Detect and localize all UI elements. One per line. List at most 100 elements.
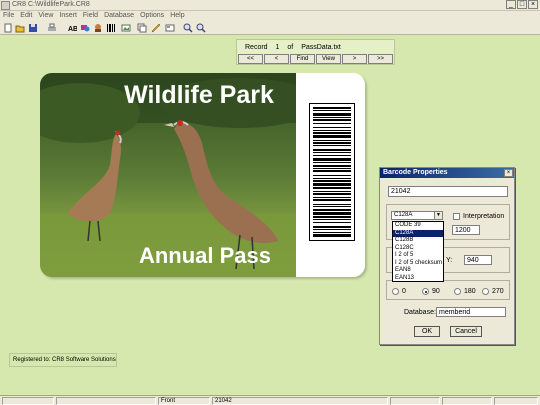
close-button[interactable]: ×: [528, 0, 538, 9]
barcode-bar: [313, 229, 351, 230]
barcode-bar: [313, 170, 351, 172]
barcode-bar: [313, 219, 351, 220]
barcode-bars: [313, 107, 351, 237]
menu-edit[interactable]: Edit: [20, 11, 32, 21]
interpretation-label: Interpretation: [463, 213, 505, 220]
menu-field[interactable]: Field: [83, 11, 98, 21]
photo-tool-icon[interactable]: [93, 23, 103, 33]
app-icon: [1, 1, 10, 10]
type-option-c128a[interactable]: C128A: [393, 229, 443, 237]
barcode-bar: [313, 113, 351, 116]
barcode-bar: [313, 117, 351, 118]
database-field[interactable]: memberid: [436, 307, 506, 317]
window-title: CR8 C:\WildlifePark.CR8: [12, 1, 90, 8]
minimize-button[interactable]: _: [506, 0, 516, 9]
type-option-code39[interactable]: CODE 39: [393, 222, 443, 230]
barcode-bar: [313, 140, 351, 141]
type-option-i2of5[interactable]: I 2 of 5: [393, 252, 443, 260]
dialog-title: Barcode Properties: [380, 168, 514, 178]
cancel-button[interactable]: Cancel: [450, 326, 482, 337]
barcode-bar: [313, 155, 351, 156]
barcode-bar: [313, 216, 351, 218]
zoom-in-icon[interactable]: [183, 23, 193, 33]
barcode-bar: [313, 135, 351, 138]
barcode-bar: [313, 178, 351, 179]
menu-file[interactable]: File: [3, 11, 14, 21]
menu-insert[interactable]: Insert: [59, 11, 77, 21]
card-title[interactable]: Wildlife Park: [104, 81, 294, 110]
title-bar: CR8 C:\WildlifePark.CR8 _ □ ×: [0, 0, 540, 11]
crane-photo[interactable]: Wildlife Park Annual Pass: [40, 73, 296, 277]
menu-view[interactable]: View: [38, 11, 53, 21]
last-record-button[interactable]: >>: [368, 54, 393, 64]
text-tool-icon[interactable]: AB: [67, 23, 77, 33]
barcode-bar: [313, 175, 351, 176]
width-field[interactable]: 1200: [452, 225, 480, 235]
y-field[interactable]: 940: [464, 255, 492, 265]
first-record-button[interactable]: <<: [238, 54, 263, 64]
barcode-bar: [313, 145, 351, 146]
menu-database[interactable]: Database: [104, 11, 134, 21]
rotation-180-radio[interactable]: [454, 288, 461, 295]
barcode-bar: [313, 130, 351, 131]
rotation-0-radio[interactable]: [392, 288, 399, 295]
new-file-icon[interactable]: [3, 23, 13, 33]
pencil-icon[interactable]: [151, 23, 161, 33]
card-subtitle[interactable]: Annual Pass: [120, 243, 290, 269]
layers-icon[interactable]: [137, 23, 147, 33]
record-info: Record 1 of PassData.txt: [245, 44, 347, 51]
rotation-90-label: 90: [432, 288, 440, 295]
menu-help[interactable]: Help: [170, 11, 184, 21]
registration-info: Registered to: CR8 Software Solutions: [9, 353, 117, 367]
barcode-bar: [313, 204, 351, 205]
barcode-value-field[interactable]: 21042: [388, 186, 508, 197]
barcode-tool-icon[interactable]: [106, 23, 116, 33]
rotation-270-label: 270: [492, 288, 504, 295]
record-navigation-panel: Record 1 of PassData.txt << < Find View …: [236, 39, 395, 65]
type-option-c128b[interactable]: C128B: [393, 237, 443, 245]
barcode-bar: [313, 183, 351, 186]
barcode-type-selected: C128A: [394, 212, 413, 218]
barcode-type-select[interactable]: C128A ▼: [391, 211, 443, 220]
shape-tool-icon[interactable]: [80, 23, 90, 33]
save-icon[interactable]: [28, 23, 38, 33]
barcode-bar: [313, 127, 351, 128]
record-label: Record: [245, 44, 268, 51]
rotation-270-radio[interactable]: [482, 288, 489, 295]
find-record-button[interactable]: Find: [290, 54, 315, 64]
svg-text:AB: AB: [68, 26, 77, 33]
window-controls: _ □ ×: [506, 0, 538, 9]
type-option-i2of5-checksum[interactable]: I 2 of 5 checksum: [393, 260, 443, 268]
barcode-bar: [313, 168, 351, 169]
menu-options[interactable]: Options: [140, 11, 164, 21]
type-option-c128c[interactable]: C128C: [393, 245, 443, 253]
card-icon[interactable]: [165, 23, 175, 33]
barcode-bar: [313, 191, 351, 192]
interpretation-checkbox[interactable]: [453, 213, 460, 220]
barcode[interactable]: [309, 103, 355, 241]
type-option-ean13[interactable]: EAN13: [393, 275, 443, 283]
card-design[interactable]: Wildlife Park Annual Pass: [40, 73, 365, 277]
status-value: 21042: [212, 397, 388, 405]
barcode-bar: [313, 142, 351, 144]
rotation-90-radio[interactable]: [422, 288, 429, 295]
barcode-bar: [313, 110, 351, 111]
barcode-bar: [313, 234, 351, 237]
open-folder-icon[interactable]: [15, 23, 25, 33]
image-tool-icon[interactable]: [121, 23, 131, 33]
zoom-out-icon[interactable]: [196, 23, 206, 33]
status-panel-1: [2, 397, 54, 405]
view-record-button[interactable]: View: [316, 54, 341, 64]
dialog-close-icon[interactable]: ×: [504, 169, 513, 177]
print-icon[interactable]: [47, 23, 57, 33]
barcode-bar: [313, 152, 351, 153]
maximize-button[interactable]: □: [517, 0, 527, 9]
chevron-down-icon[interactable]: ▼: [434, 212, 442, 219]
ok-button[interactable]: OK: [414, 326, 440, 337]
previous-record-button[interactable]: <: [264, 54, 289, 64]
type-option-ean8[interactable]: EAN8: [393, 267, 443, 275]
next-record-button[interactable]: >: [342, 54, 367, 64]
database-label: Database:: [404, 309, 436, 316]
barcode-bar: [313, 187, 351, 189]
barcode-bar: [313, 107, 351, 109]
